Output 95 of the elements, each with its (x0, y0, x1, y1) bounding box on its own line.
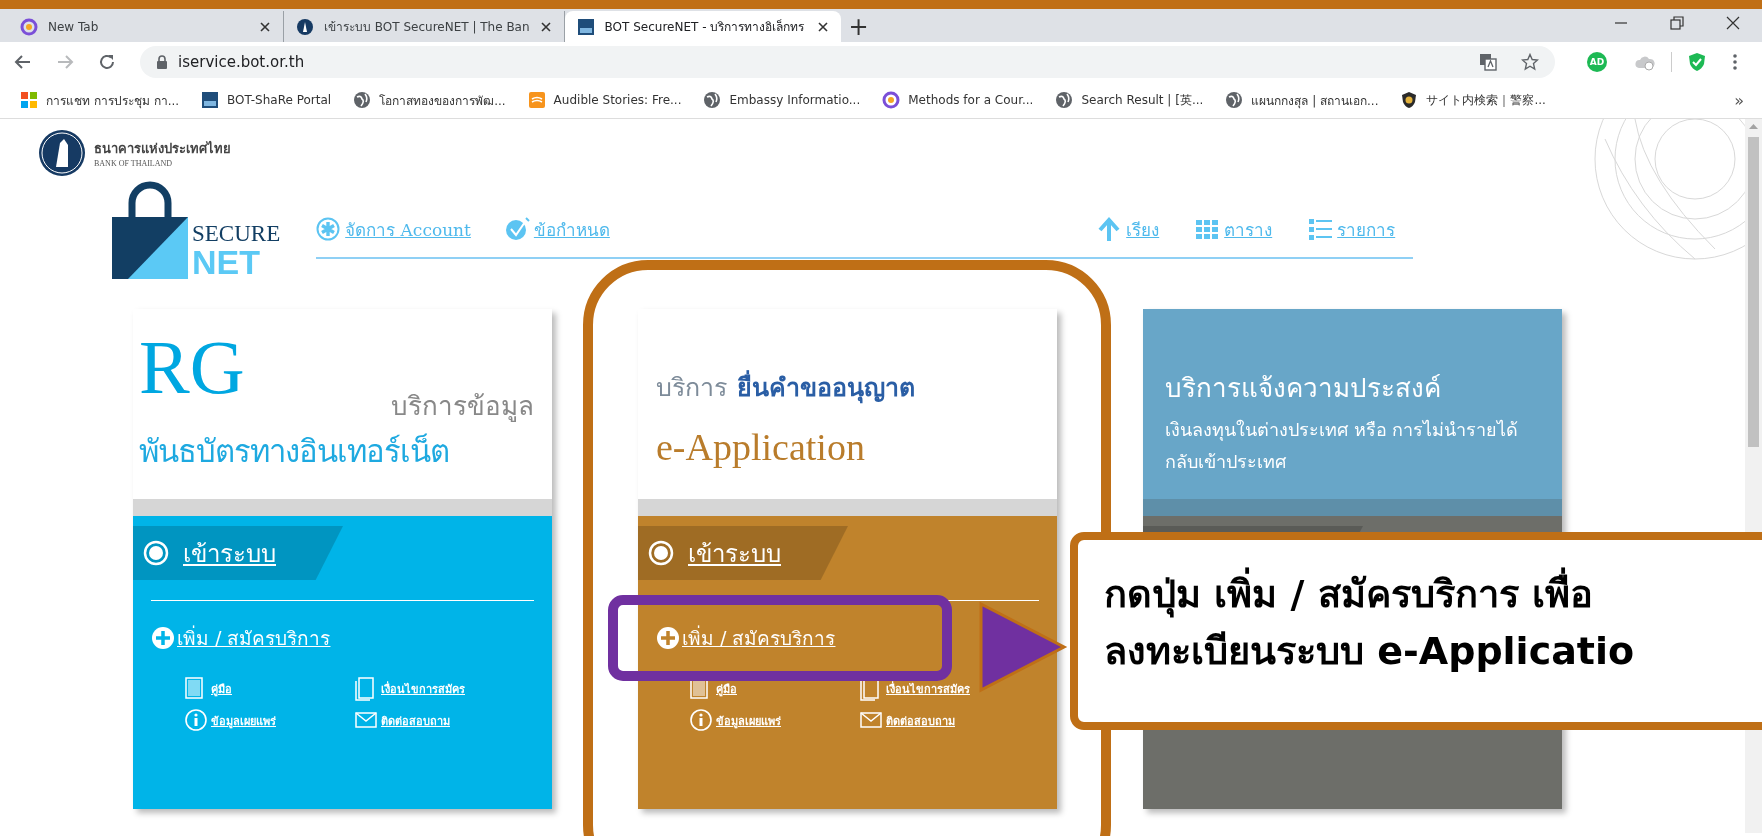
translate-icon[interactable] (1479, 53, 1497, 71)
browser-tab[interactable]: เข้าระบบ BOT SecureNET | The Ban (284, 11, 565, 42)
logo-text: NET (192, 245, 261, 279)
restore-icon[interactable] (1670, 16, 1684, 30)
bookmark-label: Embassy Informatio... (729, 93, 861, 107)
tiles-icon (20, 91, 38, 109)
bank-name-english: BANK OF THAILAND (94, 159, 174, 168)
info-link[interactable]: ติดต่อสอบถาม (381, 712, 450, 730)
nav-link[interactable]: เรียง (1126, 215, 1160, 243)
login-link[interactable]: เข้าระบบ (183, 533, 276, 573)
register-link[interactable]: เพิ่ม / สมัครบริการ (682, 623, 836, 653)
tab-title: BOT SecureNET - บริการทางอิเล็กทร (604, 18, 806, 36)
globe-icon (1055, 91, 1074, 109)
info-icon (185, 709, 207, 733)
info-link[interactable]: ติดต่อสอบถาม (886, 712, 955, 730)
star-icon[interactable] (1521, 53, 1539, 71)
radio-icon (648, 540, 674, 566)
new-tab-button[interactable]: + (840, 11, 877, 42)
card-title: e-Application (655, 425, 866, 469)
ring-icon (882, 91, 901, 109)
close-icon[interactable] (816, 20, 829, 33)
list-icon (1308, 216, 1334, 242)
close-icon[interactable] (1726, 16, 1740, 30)
info-link[interactable]: คู่มือ (716, 680, 737, 698)
nav-link[interactable]: ข้อกำหนด (533, 215, 610, 243)
bookmark-item[interactable]: Methods for a Cour... (882, 91, 1034, 109)
card-subtitle: บริการข้อมูล (390, 390, 535, 424)
login-link[interactable]: เข้าระบบ (688, 533, 781, 573)
book-icon (527, 91, 546, 109)
tab-title: เข้าระบบ BOT SecureNET | The Ban (324, 19, 530, 36)
ring-icon (20, 17, 38, 36)
bookmark-item[interactable]: サイト内検索｜警察... (1400, 91, 1546, 109)
address-bar[interactable]: iservice.bot.or.th (140, 46, 1555, 78)
logo-icon (201, 91, 220, 109)
info-link[interactable]: เงื่อนไขการสมัคร (381, 680, 465, 698)
browser-tab[interactable]: BOT SecureNET - บริการทางอิเล็กทร (564, 11, 841, 42)
card-subtitle: บริการ (656, 373, 727, 402)
more-bookmarks-button[interactable]: » (1728, 89, 1750, 111)
info-link[interactable]: คู่มือ (211, 680, 232, 698)
bookmark-label: โอกาสทองของการพัฒ... (379, 92, 506, 110)
nav-link[interactable]: ตาราง (1224, 215, 1273, 243)
radio-icon (143, 540, 169, 566)
bookmark-item[interactable]: Audible Stories: Fre... (527, 91, 682, 109)
bookmark-label: การแชท การประชุม กา... (46, 92, 180, 110)
globe-icon (353, 91, 372, 109)
globe-icon (1225, 91, 1244, 109)
bank-seal-icon (38, 129, 86, 177)
padlock-icon (110, 179, 190, 279)
browser-tab[interactable]: New Tab (8, 11, 284, 42)
plus-circle-icon (656, 626, 680, 650)
card-title: บริการแจ้งความประสงค์ (1164, 372, 1442, 405)
shield-icon (1400, 91, 1419, 109)
close-icon[interactable] (539, 20, 552, 33)
info-link[interactable]: ข้อมูลเผยแพร่ (211, 712, 276, 730)
bookmark-item[interactable]: การแชท การประชุม กา... (20, 90, 180, 110)
bookmark-label: BOT-ShaRe Portal (227, 93, 332, 107)
card-subtitle: พันธบัตรทางอินเทอร์เน็ต (138, 432, 450, 471)
extension-badge[interactable]: AD (1587, 52, 1607, 72)
bookmark-item[interactable]: แผนกกงสุล | สถานเอก... (1225, 90, 1379, 110)
info-icon (690, 709, 712, 733)
register-link[interactable]: เพิ่ม / สมัครบริการ (177, 623, 331, 653)
back-icon[interactable] (14, 53, 32, 71)
bookmark-label: Search Result | [英... (1081, 91, 1204, 109)
nav-link[interactable]: รายการ (1337, 215, 1396, 243)
globe-icon (703, 91, 722, 109)
bookmark-item[interactable]: Embassy Informatio... (703, 91, 861, 109)
info-link[interactable]: ข้อมูลเผยแพร่ (716, 712, 781, 730)
card-title: RG (138, 324, 246, 405)
tab-title: New Tab (48, 19, 100, 34)
bookmark-label: แผนกกงสุล | สถานเอก... (1251, 92, 1379, 110)
bookmark-label: Methods for a Cour... (908, 93, 1034, 107)
info-link[interactable]: เงื่อนไขการสมัคร (886, 680, 970, 698)
bank-name: ธนาคารแห่งประเทศไทย (94, 140, 231, 158)
reload-icon[interactable] (98, 53, 116, 71)
seal-icon (296, 17, 314, 36)
menu-icon[interactable] (1732, 53, 1738, 71)
plus-circle-icon (151, 626, 175, 650)
logo-text: SECURE (192, 222, 281, 245)
logo-icon (576, 17, 595, 36)
bookmark-label: Audible Stories: Fre... (553, 93, 682, 107)
lock-icon (156, 55, 168, 69)
bookmark-item[interactable]: BOT-ShaRe Portal (201, 91, 332, 109)
document-icon (355, 677, 377, 701)
shield-check-icon[interactable] (1688, 52, 1706, 72)
close-icon[interactable] (259, 20, 271, 33)
bookmark-item[interactable]: โอกาสทองของการพัฒ... (353, 90, 506, 110)
callout-text: กดปุ่ม เพิ่ม / สมัครบริการ เพื่อ (1104, 566, 1762, 623)
address-text: iservice.bot.or.th (178, 53, 305, 71)
asterisk-icon (316, 216, 342, 242)
nav-link[interactable]: จัดการ Account (345, 215, 471, 243)
bookmark-item[interactable]: Search Result | [英... (1055, 91, 1204, 109)
bookmark-label: サイト内検索｜警察... (1426, 91, 1546, 109)
check-icon (504, 216, 530, 242)
callout-text: ลงทะเบียนระบบ e-Applicatio (1104, 628, 1636, 675)
card-description: เงินลงทุนในต่างประเทศ หรือ การไม่นำรายได้กลับเข้าประเทศ (1164, 418, 1520, 474)
